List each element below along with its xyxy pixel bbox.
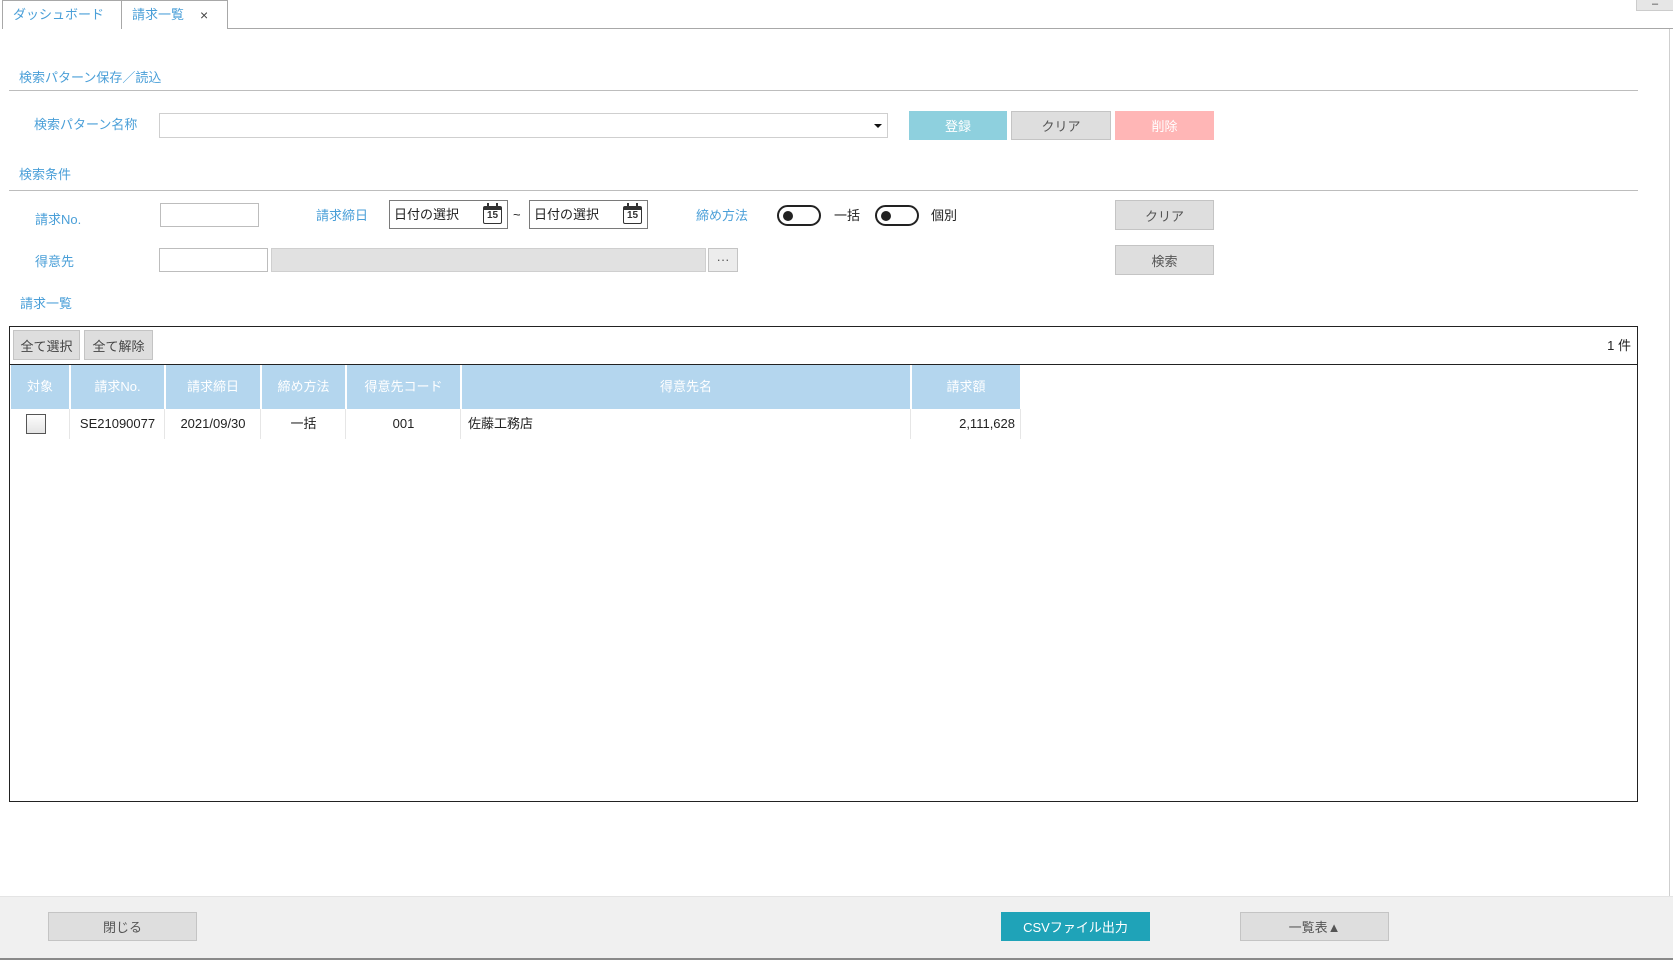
chevron-down-icon <box>874 124 882 128</box>
search-button[interactable]: 検索 <box>1115 245 1214 275</box>
pattern-clear-button[interactable]: クリア <box>1011 111 1111 140</box>
list-report-button[interactable]: 一覧表▲ <box>1240 912 1389 941</box>
column-header-invoice-no[interactable]: 請求No. <box>71 365 164 409</box>
column-header-customer-name[interactable]: 得意先名 <box>462 365 910 409</box>
section-title-search-criteria: 検索条件 <box>19 167 72 182</box>
search-pattern-select[interactable] <box>159 113 888 138</box>
footer-bar: 閉じる CSVファイル出力 一覧表▲ <box>0 896 1673 960</box>
delete-button[interactable]: 削除 <box>1115 111 1214 140</box>
toggle-individual-label: 個別 <box>931 208 958 223</box>
tab-label: ダッシュボード <box>13 7 105 22</box>
close-icon[interactable]: × <box>200 1 208 29</box>
date-to-picker[interactable]: 15 <box>529 200 648 229</box>
closing-method-label: 締め方法 <box>696 208 749 223</box>
deselect-all-button[interactable]: 全て解除 <box>84 330 153 360</box>
table-header: 対象 請求No. 請求締日 締め方法 得意先コード 得意先名 請求額 <box>11 365 1022 409</box>
cell-customer-name: 佐藤工務店 <box>462 409 911 439</box>
calendar-icon[interactable]: 15 <box>483 203 502 224</box>
customer-label: 得意先 <box>35 254 75 269</box>
minimize-icon: – <box>1651 0 1659 10</box>
column-header-target[interactable]: 対象 <box>11 365 69 409</box>
table-row[interactable]: SE21090077 2021/09/30 一括 001 佐藤工務店 2,111… <box>11 409 1022 439</box>
invoice-grid: 全て選択 全て解除 1 件 対象 請求No. 請求締日 締め方法 得意先コード … <box>9 326 1638 802</box>
column-header-closing-date[interactable]: 請求締日 <box>166 365 260 409</box>
search-pattern-name-label: 検索パターン名称 <box>34 117 138 132</box>
toggle-individual[interactable] <box>875 205 919 226</box>
closing-date-label: 請求締日 <box>316 208 369 223</box>
customer-lookup-button[interactable]: ··· <box>708 248 738 272</box>
criteria-clear-button[interactable]: クリア <box>1115 200 1214 230</box>
invoice-no-input[interactable] <box>160 203 259 227</box>
column-header-customer-code[interactable]: 得意先コード <box>347 365 460 409</box>
cell-amount: 2,111,628 <box>912 409 1021 439</box>
column-header-closing-method[interactable]: 締め方法 <box>262 365 345 409</box>
date-from-input[interactable] <box>390 201 478 228</box>
select-all-button[interactable]: 全て選択 <box>13 330 80 360</box>
register-button[interactable]: 登録 <box>909 111 1007 140</box>
section-title-invoice-list: 請求一覧 <box>20 296 73 311</box>
cell-invoice-no: SE21090077 <box>71 409 165 439</box>
close-button[interactable]: 閉じる <box>48 912 197 941</box>
window-right-border <box>1669 29 1670 896</box>
cell-customer-code: 001 <box>347 409 461 439</box>
date-range-separator: ~ <box>513 207 521 222</box>
customer-name-field <box>271 248 706 272</box>
row-checkbox[interactable] <box>26 414 46 434</box>
section-divider <box>9 90 1638 91</box>
section-title-search-pattern: 検索パターン保存／読込 <box>19 70 162 85</box>
csv-export-button[interactable]: CSVファイル出力 <box>1001 912 1150 941</box>
row-select-cell <box>11 409 70 439</box>
minimize-button[interactable]: – <box>1636 0 1673 11</box>
toggle-bulk[interactable] <box>777 205 821 226</box>
tab-bar-divider <box>228 28 1673 29</box>
section-divider <box>9 190 1638 191</box>
cell-closing-date: 2021/09/30 <box>166 409 261 439</box>
column-header-amount[interactable]: 請求額 <box>912 365 1020 409</box>
cell-closing-method: 一括 <box>262 409 346 439</box>
invoice-no-label: 請求No. <box>35 212 82 227</box>
calendar-day: 15 <box>486 210 499 221</box>
result-count: 1 件 <box>1607 338 1631 353</box>
date-to-input[interactable] <box>530 201 618 228</box>
calendar-icon[interactable]: 15 <box>623 203 642 224</box>
toggle-knob <box>783 210 793 221</box>
customer-code-input[interactable] <box>159 248 268 272</box>
date-from-picker[interactable]: 15 <box>389 200 508 229</box>
tab-dashboard[interactable]: ダッシュボード <box>2 0 122 29</box>
calendar-day: 15 <box>626 210 639 221</box>
toggle-bulk-label: 一括 <box>834 208 861 223</box>
tab-label: 請求一覧 <box>132 7 185 22</box>
tab-invoice-list[interactable]: 請求一覧 × <box>121 0 228 29</box>
toggle-knob <box>881 210 891 221</box>
